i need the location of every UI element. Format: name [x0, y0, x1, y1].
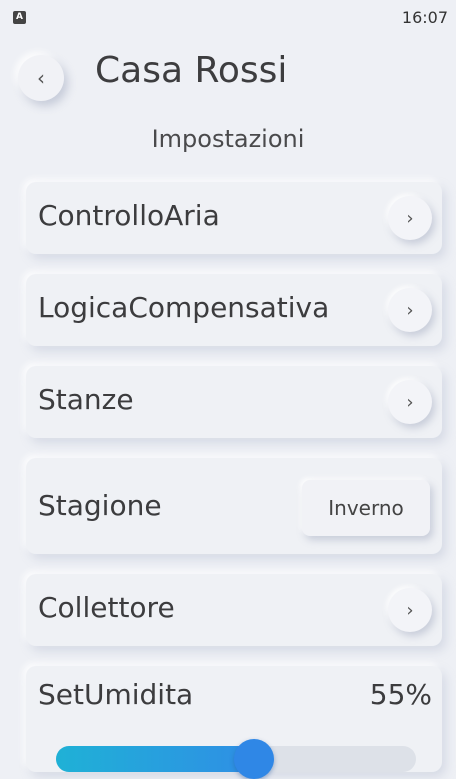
humidity-slider[interactable]	[56, 739, 416, 779]
menu-item-label: Stagione	[38, 489, 162, 522]
chevron-right-icon: ›	[406, 599, 414, 621]
menu-item-stagione: Stagione Inverno	[26, 458, 442, 554]
chevron-right-icon: ›	[406, 207, 414, 229]
menu-item-stanze[interactable]: Stanze ›	[26, 366, 442, 438]
menu-item-label: LogicaCompensativa	[38, 291, 330, 324]
notification-icon: A	[13, 11, 26, 24]
section-subtitle: Impostazioni	[151, 125, 305, 153]
menu-item-collettore[interactable]: Collettore ›	[26, 574, 442, 646]
collettore-open-button[interactable]: ›	[388, 588, 432, 632]
menu-item-label: Stanze	[38, 383, 134, 416]
humidity-label: SetUmidita	[38, 678, 194, 711]
clock: 16:07	[401, 8, 448, 27]
humidity-slider-fill	[56, 746, 254, 772]
logica-compensativa-open-button[interactable]: ›	[388, 288, 432, 332]
menu-item-label: ControlloAria	[38, 199, 220, 232]
menu-item-controllo-aria[interactable]: ControlloAria ›	[26, 182, 442, 254]
chevron-left-icon: ‹	[37, 66, 45, 90]
controllo-aria-open-button[interactable]: ›	[388, 196, 432, 240]
menu-item-label: Collettore	[38, 591, 175, 624]
humidity-slider-thumb[interactable]	[234, 739, 274, 779]
back-button[interactable]: ‹	[18, 55, 64, 101]
season-selector-button[interactable]: Inverno	[302, 480, 430, 536]
humidity-setting-card: SetUmidita 55%	[26, 666, 442, 779]
page-title: Casa Rossi	[95, 50, 288, 91]
humidity-value: 55%	[369, 678, 432, 711]
status-bar: A 16:07	[0, 0, 456, 36]
menu-item-logica-compensativa[interactable]: LogicaCompensativa ›	[26, 274, 442, 346]
chevron-right-icon: ›	[406, 391, 414, 413]
chevron-right-icon: ›	[406, 299, 414, 321]
stanze-open-button[interactable]: ›	[388, 380, 432, 424]
